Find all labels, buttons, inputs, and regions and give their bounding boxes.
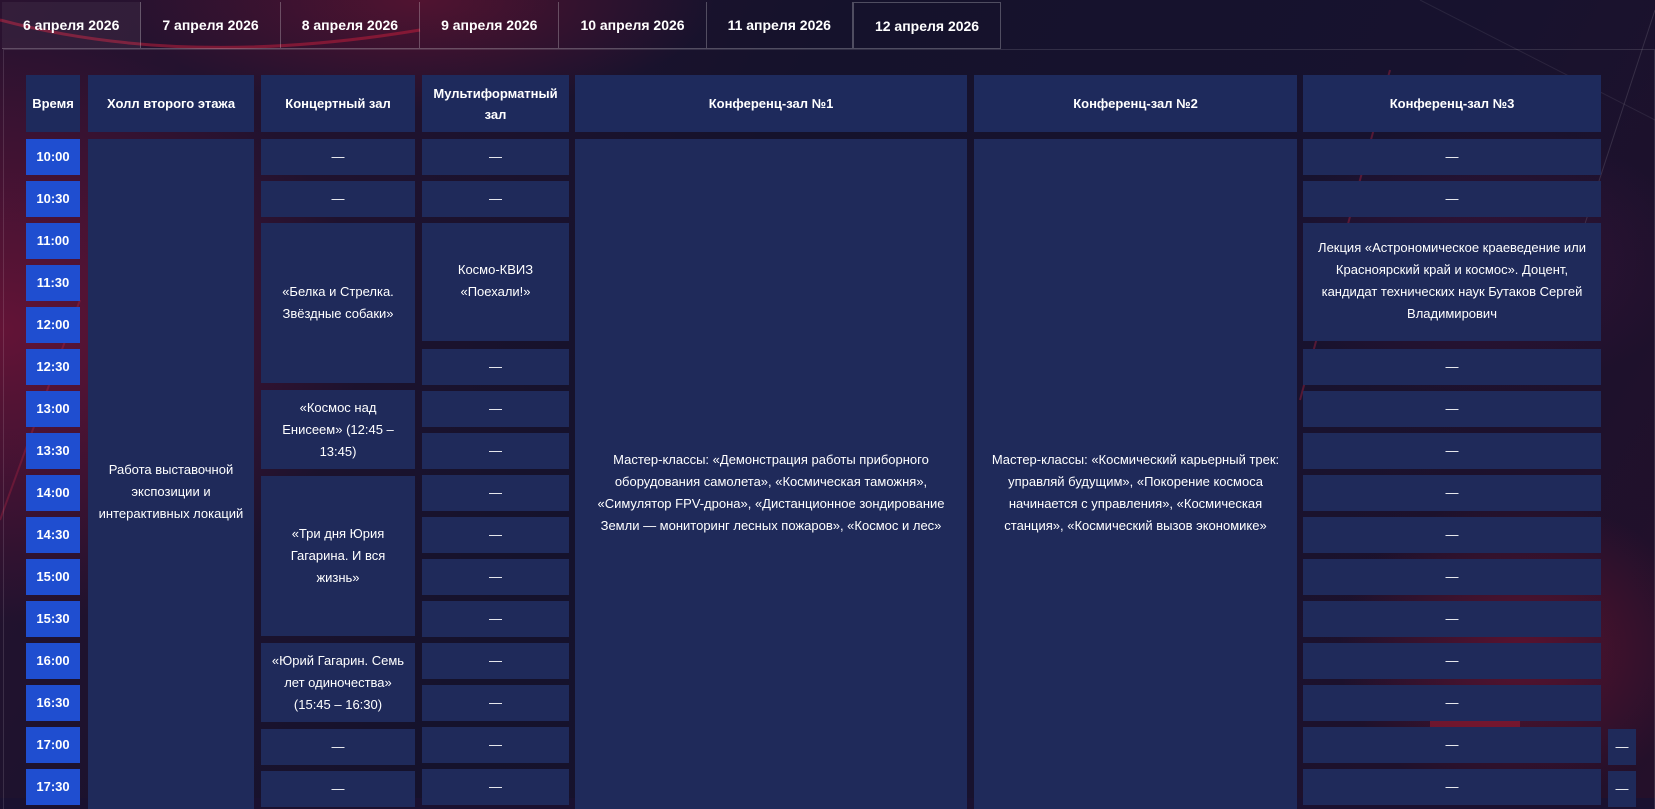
multi-cell: —	[422, 349, 569, 385]
conf3-cell: —	[1303, 475, 1601, 511]
time-slot: 16:30	[26, 685, 80, 721]
conf2-event-cell: Мастер-классы: «Космический карьерный тр…	[974, 139, 1297, 809]
time-slot: 11:30	[26, 265, 80, 301]
conf3-cell: —	[1303, 139, 1601, 175]
concert-belka-cell: «Белка и Стрелка. Звёздные собаки»	[261, 223, 415, 383]
time-slot: 17:00	[26, 727, 80, 763]
conf3-cell: —	[1303, 727, 1601, 763]
conf3-cell: —	[1303, 391, 1601, 427]
header-conf1: Конференц-зал №1	[575, 75, 967, 132]
multi-cell: —	[422, 391, 569, 427]
multi-cell: —	[422, 517, 569, 553]
concert-cell-1030: —	[261, 181, 415, 217]
time-slot: 11:00	[26, 223, 80, 259]
time-slot: 15:30	[26, 601, 80, 637]
multi-cell: —	[422, 475, 569, 511]
conf3-cell: —	[1303, 433, 1601, 469]
multi-cell: —	[422, 685, 569, 721]
extra-cell-1730: —	[1608, 771, 1636, 807]
schedule-grid: Время Холл второго этажа Концертный зал …	[0, 0, 1655, 809]
concert-cell-1000: —	[261, 139, 415, 175]
concert-seven-cell: «Юрий Гагарин. Семь лет одиночества» (15…	[261, 643, 415, 722]
time-slot: 10:00	[26, 139, 80, 175]
conf1-event-text: Мастер-классы: «Демонстрация работы приб…	[597, 452, 945, 533]
concert-cell-1730: —	[261, 771, 415, 807]
conf1-event-cell: Мастер-классы: «Демонстрация работы приб…	[575, 139, 967, 809]
multi-cell: —	[422, 769, 569, 805]
header-conf3: Конференц-зал №3	[1303, 75, 1601, 132]
conf3-cell: —	[1303, 559, 1601, 595]
time-slot: 12:30	[26, 349, 80, 385]
multi-cell: —	[422, 559, 569, 595]
multi-cell: —	[422, 433, 569, 469]
multi-quiz-cell: Космо-КВИЗ «Поехали!»	[422, 223, 569, 341]
header-time: Время	[26, 75, 80, 132]
multi-cell: —	[422, 727, 569, 763]
time-slot: 13:30	[26, 433, 80, 469]
conf3-lecture-cell: Лекция «Астрономическое краеведение или …	[1303, 223, 1601, 341]
conf2-event-text: Мастер-классы: «Космический карьерный тр…	[991, 452, 1280, 533]
conf3-lecture-text: Лекция «Астрономическое краеведение или …	[1318, 240, 1586, 321]
header-conf2: Конференц-зал №2	[974, 75, 1297, 132]
hall-event-text: Работа выставочной экспозиции и интеракт…	[98, 462, 244, 521]
conf3-cell: —	[1303, 181, 1601, 217]
time-slot: 15:00	[26, 559, 80, 595]
conf3-cell: —	[1303, 643, 1601, 679]
conf3-cell: —	[1303, 685, 1601, 721]
concert-gagarin-cell: «Три дня Юрия Гагарина. И вся жизнь»	[261, 476, 415, 636]
header-hall: Холл второго этажа	[88, 75, 254, 132]
conf3-cell: —	[1303, 349, 1601, 385]
header-concert: Концертный зал	[261, 75, 415, 132]
concert-kosmos-cell: «Космос над Енисеем» (12:45 – 13:45)	[261, 390, 415, 469]
time-slot: 17:30	[26, 769, 80, 805]
time-slot: 13:00	[26, 391, 80, 427]
time-slot: 10:30	[26, 181, 80, 217]
time-slot: 12:00	[26, 307, 80, 343]
conf3-cell: —	[1303, 769, 1601, 805]
multi-cell: —	[422, 181, 569, 217]
time-slot: 16:00	[26, 643, 80, 679]
extra-cell-1700: —	[1608, 729, 1636, 765]
conf3-cell: —	[1303, 517, 1601, 553]
multi-cell: —	[422, 643, 569, 679]
conf3-cell: —	[1303, 601, 1601, 637]
time-slot: 14:00	[26, 475, 80, 511]
multi-cell: —	[422, 139, 569, 175]
hall-event-cell: Работа выставочной экспозиции и интеракт…	[88, 139, 254, 809]
header-multi: Мультиформатный зал	[422, 75, 569, 132]
multi-cell: —	[422, 601, 569, 637]
concert-cell-1700: —	[261, 729, 415, 765]
multi-quiz-text: Космо-КВИЗ «Поехали!»	[457, 262, 534, 299]
time-slot: 14:30	[26, 517, 80, 553]
